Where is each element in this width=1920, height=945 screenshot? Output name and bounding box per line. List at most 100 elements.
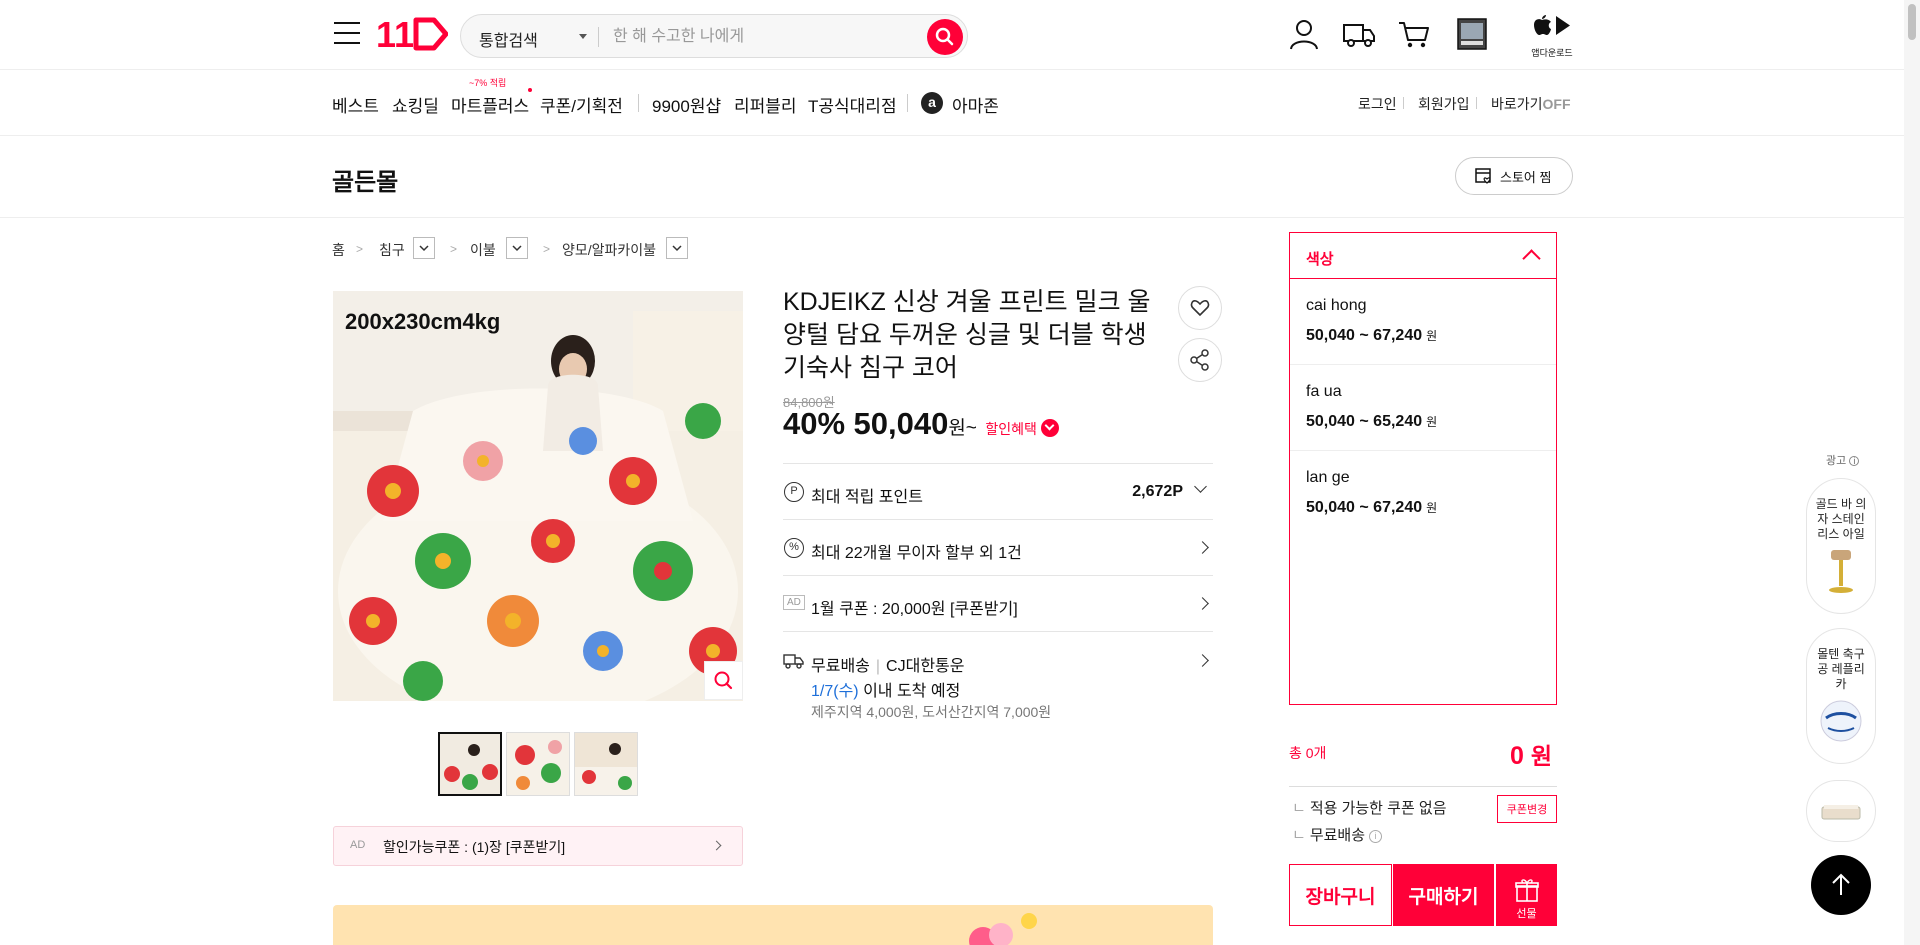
- cart-icon[interactable]: [1396, 16, 1432, 52]
- chevron-down-icon: [419, 245, 429, 252]
- bar-stool-image: [1829, 550, 1853, 593]
- nav-item-best[interactable]: 베스트: [332, 92, 379, 117]
- option-item[interactable]: lan ge 50,040 ~ 67,240 원: [1290, 451, 1556, 537]
- option-item[interactable]: fa ua 50,040 ~ 65,240 원: [1290, 365, 1556, 451]
- side-ad-card[interactable]: [1806, 780, 1876, 842]
- gift-label: 선물: [1516, 908, 1537, 920]
- app-download-label: 앱다운로드: [1531, 48, 1573, 58]
- option-price-unit: 원: [1426, 501, 1438, 515]
- shortcut-link[interactable]: 바로가기OFF: [1491, 94, 1571, 114]
- ad-tag: AD: [783, 595, 805, 610]
- menu-icon[interactable]: [334, 22, 360, 44]
- shipping-carrier: CJ대한통운: [886, 658, 965, 675]
- scroll-to-top-button[interactable]: [1811, 855, 1871, 915]
- product-thumbnail[interactable]: [438, 732, 502, 796]
- chevron-down-icon[interactable]: [579, 34, 587, 39]
- product-thumbnail[interactable]: [506, 732, 570, 796]
- store-heart-icon: [1475, 168, 1491, 184]
- shipping-line: 무료배송 | CJ대한통운: [811, 658, 965, 675]
- chevron-up-icon: [1522, 249, 1541, 268]
- side-ad-card[interactable]: 몰텐 축구공 레플리카: [1806, 628, 1876, 764]
- nav-item-coupon[interactable]: 쿠폰/기획전: [540, 92, 623, 117]
- share-button[interactable]: [1178, 338, 1222, 382]
- nav-item-t-official[interactable]: T공식대리점: [808, 92, 897, 117]
- product-main-image[interactable]: 200x230cm4kg: [333, 291, 743, 701]
- scrollbar-thumb[interactable]: [1908, 4, 1916, 40]
- option-name: fa ua: [1306, 383, 1342, 400]
- option-price-line: 50,040 ~ 67,240 원: [1306, 327, 1437, 345]
- search-bar: 통합검색: [460, 14, 968, 58]
- option-name: cai hong: [1306, 297, 1367, 314]
- search-input[interactable]: [613, 21, 913, 53]
- nav-item-shocking-deal[interactable]: 쇼킹딜: [392, 92, 439, 117]
- promo-banner[interactable]: [333, 905, 1213, 945]
- points-row[interactable]: P 최대 적립 포인트 2,672P: [783, 463, 1213, 519]
- add-to-cart-button[interactable]: 장바구니: [1289, 864, 1392, 926]
- points-label: 최대 적립 포인트: [811, 489, 923, 506]
- arrival-date: 1/7(수): [811, 683, 859, 700]
- breadcrumb-home[interactable]: 홈: [332, 240, 345, 260]
- product-photo: [333, 291, 743, 701]
- side-ad-card[interactable]: 골드 바 의자 스테인리스 아일: [1806, 478, 1876, 614]
- recent-view-icon[interactable]: [1454, 16, 1490, 52]
- arrow-up-icon: [1832, 873, 1850, 895]
- search-divider: [598, 27, 599, 47]
- coupon-banner[interactable]: AD 할인가능쿠폰 : (1)장 [쿠폰받기]: [333, 826, 743, 866]
- util-separator: [1403, 97, 1404, 109]
- main-nav: 베스트 쇼킹딜 마트플러스 ~7% 적립 쿠폰/기획전 9900원샵 리퍼블리 …: [0, 70, 1920, 136]
- svg-text:11: 11: [376, 14, 414, 54]
- zoom-icon: [714, 671, 733, 690]
- wishlist-button[interactable]: [1178, 286, 1222, 330]
- option-price-unit: 원: [1426, 329, 1438, 343]
- option-item[interactable]: cai hong 50,040 ~ 67,240 원: [1290, 279, 1556, 365]
- mattress-image: [1821, 805, 1861, 820]
- info-icon[interactable]: i: [1369, 830, 1383, 843]
- no-coupon-text: ㄴ 적용 가능한 쿠폰 없음: [1292, 800, 1447, 817]
- gift-button[interactable]: 선물: [1496, 864, 1557, 926]
- store-name[interactable]: 골든몰: [332, 162, 398, 197]
- breadcrumb-dropdown[interactable]: [413, 237, 435, 259]
- scrollbar-track[interactable]: [1904, 0, 1920, 945]
- search-button[interactable]: [927, 19, 963, 55]
- product-title: KDJEIKZ 신상 겨울 프린트 밀크 울 양털 담요 두꺼운 싱글 및 더블…: [783, 288, 1151, 382]
- shipping-row[interactable]: 무료배송 | CJ대한통운 1/7(수) 이내 도착 예정 제주지역 4,000원,…: [783, 631, 1213, 731]
- thumbnail-photo: [575, 733, 637, 795]
- discount-benefit-link[interactable]: 할인혜택: [985, 421, 1037, 437]
- util-separator: [1476, 97, 1477, 109]
- nav-item-mart-plus[interactable]: 마트플러스: [451, 92, 529, 117]
- arrival-text: 이내 도착 예정: [863, 683, 961, 700]
- buy-now-button[interactable]: 구매하기: [1393, 864, 1494, 926]
- option-price-line: 50,040 ~ 65,240 원: [1306, 413, 1437, 431]
- option-panel: 색상 cai hong 50,040 ~ 67,240 원 fa ua 50,04…: [1289, 232, 1557, 705]
- nav-item-amazon[interactable]: 아마존: [952, 92, 999, 117]
- breadcrumb-blanket[interactable]: 이불: [470, 240, 496, 260]
- search-category-select[interactable]: 통합검색: [479, 27, 538, 51]
- 11st-logo[interactable]: 11: [376, 14, 448, 54]
- breadcrumb-bedding[interactable]: 침구: [379, 240, 405, 260]
- user-icon[interactable]: [1286, 16, 1322, 52]
- login-link[interactable]: 로그인: [1358, 94, 1397, 114]
- total-count: 총 0개: [1289, 745, 1327, 761]
- chevron-down-icon[interactable]: [1041, 419, 1060, 437]
- amazon-icon: a: [921, 92, 943, 114]
- nav-item-9900-shop[interactable]: 9900원샵: [652, 92, 721, 117]
- breadcrumb-dropdown[interactable]: [666, 237, 688, 259]
- option-header[interactable]: 색상: [1290, 233, 1556, 279]
- installment-row[interactable]: % 최대 22개월 무이자 할부 외 1건: [783, 519, 1213, 575]
- option-price-line: 50,040 ~ 67,240 원: [1306, 499, 1437, 517]
- divider: [1289, 786, 1557, 787]
- sale-price: 50,040: [853, 406, 949, 441]
- coupon-change-button[interactable]: 쿠폰변경: [1497, 795, 1557, 823]
- monthly-coupon-row[interactable]: AD 1월 쿠폰 : 20,000원 [쿠폰받기]: [783, 575, 1213, 631]
- chevron-right-icon: [1196, 541, 1209, 554]
- breadcrumb-wool[interactable]: 양모/알파카이불: [562, 240, 656, 260]
- delivery-truck-icon[interactable]: [1341, 16, 1377, 52]
- chevron-right-icon: >: [356, 242, 364, 256]
- product-thumbnail[interactable]: [574, 732, 638, 796]
- signup-link[interactable]: 회원가입: [1418, 94, 1470, 114]
- store-fav-button[interactable]: 스토어 찜: [1455, 157, 1573, 195]
- zoom-button[interactable]: [704, 661, 743, 700]
- app-download[interactable]: 앱다운로드: [1528, 14, 1576, 58]
- breadcrumb-dropdown[interactable]: [506, 237, 528, 259]
- nav-item-refurbly[interactable]: 리퍼블리: [734, 92, 797, 117]
